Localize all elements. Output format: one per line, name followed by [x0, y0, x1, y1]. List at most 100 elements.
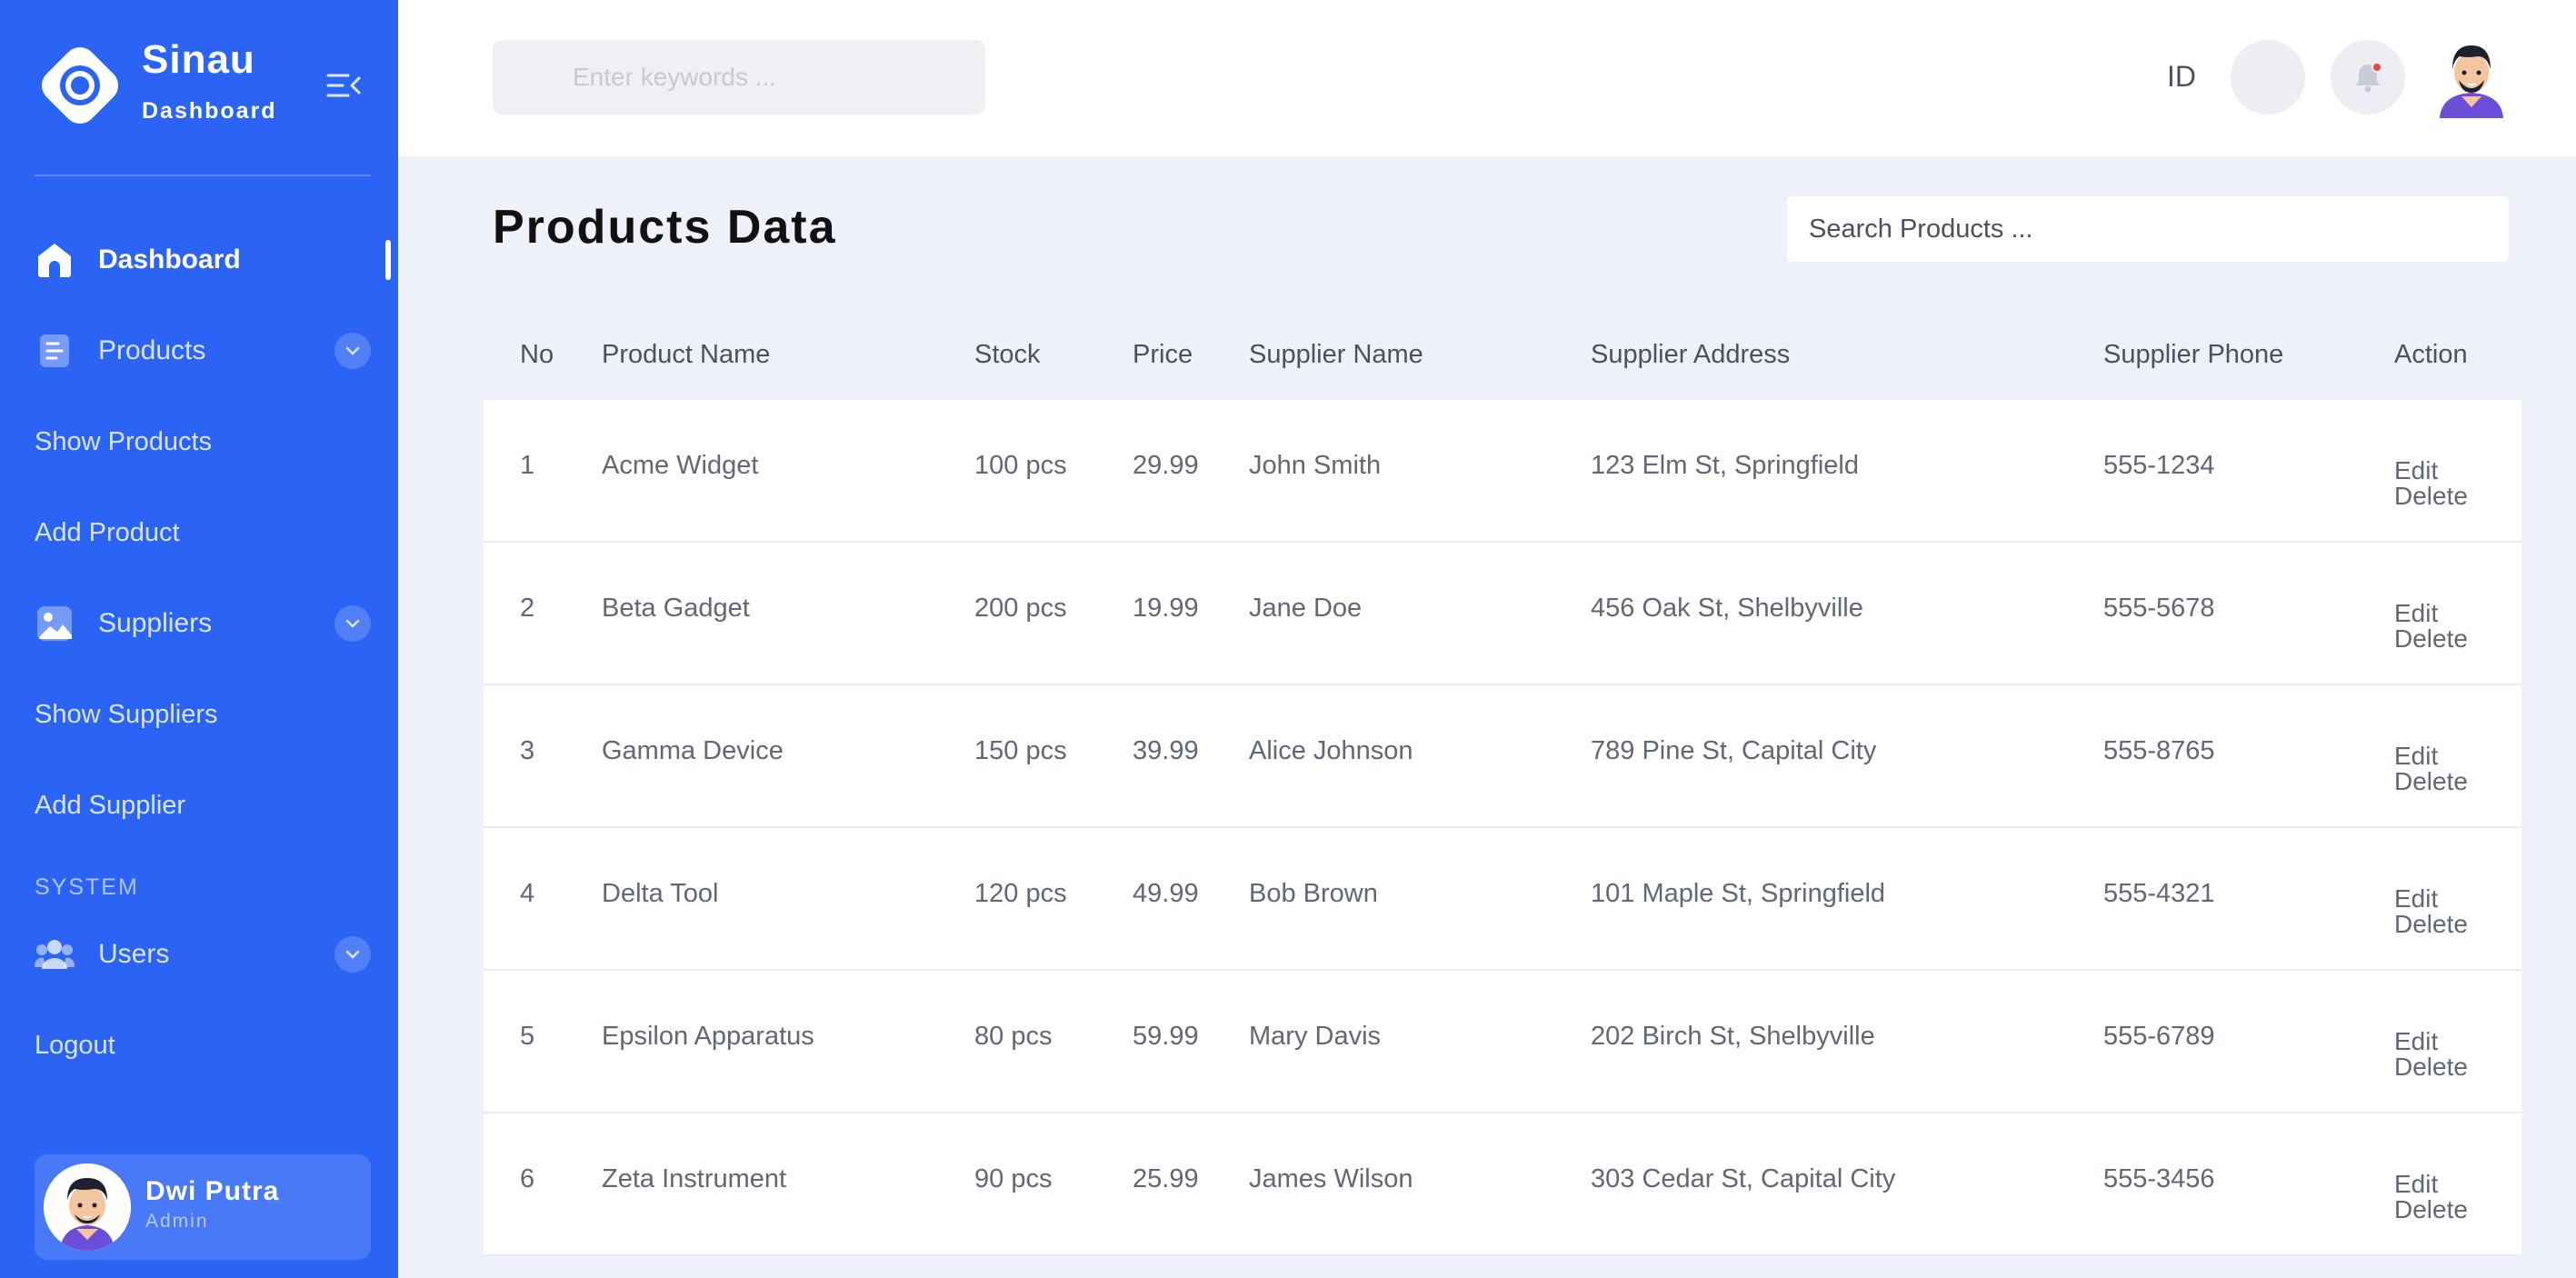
cell-supplier-name: James Wilson — [1249, 1164, 1413, 1193]
logo-icon — [41, 46, 119, 125]
section-label-system: SYSTEM — [35, 874, 139, 900]
sidebar-link-add-product[interactable]: Add Product — [35, 514, 180, 551]
row-actions: Edit Delete — [2394, 1172, 2468, 1223]
column-header-no: No — [520, 340, 554, 369]
cell-supplier-address: 101 Maple St, Springfield — [1591, 879, 1886, 908]
cell-supplier-phone: 555-8765 — [2103, 736, 2215, 765]
cell-no: 2 — [520, 594, 535, 623]
chevron-down-icon[interactable] — [334, 605, 371, 642]
notifications-button[interactable] — [2331, 40, 2405, 115]
document-icon — [35, 331, 75, 371]
table-row: 1 Acme Widget 100 pcs 29.99 John Smith 1… — [484, 400, 2521, 543]
sidebar-item-label: Users — [98, 939, 170, 969]
column-header-supplier-name: Supplier Name — [1249, 340, 1423, 369]
cell-supplier-name: Jane Doe — [1249, 594, 1363, 623]
search-input[interactable] — [493, 40, 985, 115]
sidebar: Sinau Dashboard Dashboard Products Show … — [0, 0, 398, 1278]
product-search-input[interactable] — [1787, 196, 2509, 262]
cell-stock: 100 pcs — [974, 451, 1067, 480]
user-role: Admin — [145, 1211, 209, 1232]
cell-supplier-name: Bob Brown — [1249, 879, 1378, 908]
cell-price: 39.99 — [1133, 736, 1199, 765]
brand-subtitle: Dashboard — [142, 98, 277, 124]
sidebar-link-show-suppliers[interactable]: Show Suppliers — [35, 696, 218, 733]
users-icon — [35, 934, 75, 974]
table-row: 5 Epsilon Apparatus 80 pcs 59.99 Mary Da… — [484, 971, 2521, 1113]
cell-supplier-address: 202 Birch St, Shelbyville — [1591, 1022, 1875, 1051]
sidebar-link-logout[interactable]: Logout — [35, 1027, 115, 1063]
avatar[interactable] — [2434, 36, 2509, 118]
cell-no: 6 — [520, 1164, 535, 1193]
sidebar-item-suppliers[interactable]: Suppliers — [35, 594, 371, 653]
sidebar-item-dashboard[interactable]: Dashboard — [35, 231, 371, 289]
home-icon — [35, 240, 75, 280]
delete-button[interactable]: Delete — [2394, 1197, 2468, 1223]
edit-button[interactable]: Edit — [2394, 1029, 2468, 1054]
delete-button[interactable]: Delete — [2394, 484, 2468, 509]
cell-supplier-address: 789 Pine St, Capital City — [1591, 736, 1877, 765]
delete-button[interactable]: Delete — [2394, 912, 2468, 937]
cell-supplier-phone: 555-3456 — [2103, 1164, 2215, 1193]
row-actions: Edit Delete — [2394, 601, 2468, 652]
edit-button[interactable]: Edit — [2394, 1172, 2468, 1197]
cell-supplier-name: Alice Johnson — [1249, 736, 1413, 765]
edit-button[interactable]: Edit — [2394, 458, 2468, 484]
delete-button[interactable]: Delete — [2394, 769, 2468, 794]
row-actions: Edit Delete — [2394, 1029, 2468, 1080]
delete-button[interactable]: Delete — [2394, 1054, 2468, 1080]
column-header-product-name: Product Name — [602, 340, 771, 369]
cell-supplier-phone: 555-1234 — [2103, 451, 2215, 480]
edit-button[interactable]: Edit — [2394, 744, 2468, 769]
cell-no: 4 — [520, 879, 535, 908]
sidebar-item-users[interactable]: Users — [35, 925, 371, 983]
cell-no: 5 — [520, 1022, 535, 1051]
avatar — [44, 1163, 131, 1251]
theme-toggle-button[interactable] — [2231, 40, 2305, 115]
image-icon — [35, 604, 75, 644]
column-header-action: Action — [2394, 340, 2468, 369]
cell-supplier-phone: 555-6789 — [2103, 1022, 2215, 1051]
brand-title: Sinau — [142, 37, 255, 82]
sidebar-link-add-supplier[interactable]: Add Supplier — [35, 787, 185, 824]
cell-stock: 150 pcs — [974, 736, 1067, 765]
cell-product-name: Gamma Device — [602, 736, 784, 765]
column-header-supplier-phone: Supplier Phone — [2103, 340, 2284, 369]
cell-stock: 200 pcs — [974, 594, 1067, 623]
brand[interactable]: Sinau Dashboard — [35, 35, 362, 135]
cell-price: 29.99 — [1133, 451, 1199, 480]
cell-supplier-name: Mary Davis — [1249, 1022, 1382, 1051]
cell-no: 1 — [520, 451, 535, 480]
chevron-down-icon[interactable] — [334, 333, 371, 369]
cell-price: 59.99 — [1133, 1022, 1199, 1051]
cell-price: 25.99 — [1133, 1164, 1199, 1193]
sidebar-collapse-button[interactable] — [324, 67, 365, 104]
cell-price: 19.99 — [1133, 594, 1199, 623]
chevron-down-icon[interactable] — [334, 936, 371, 973]
sidebar-divider — [35, 175, 371, 176]
page-title: Products Data — [493, 201, 837, 254]
sidebar-item-label: Products — [98, 335, 206, 365]
sidebar-link-show-products[interactable]: Show Products — [35, 424, 212, 460]
cell-price: 49.99 — [1133, 879, 1199, 908]
row-actions: Edit Delete — [2394, 458, 2468, 509]
table-row: 3 Gamma Device 150 pcs 39.99 Alice Johns… — [484, 685, 2521, 828]
bell-icon — [2356, 62, 2382, 93]
cell-product-name: Acme Widget — [602, 451, 759, 480]
cell-stock: 90 pcs — [974, 1164, 1053, 1193]
cell-supplier-address: 303 Cedar St, Capital City — [1591, 1164, 1896, 1193]
cell-stock: 120 pcs — [974, 879, 1067, 908]
cell-supplier-address: 456 Oak St, Shelbyville — [1591, 594, 1863, 623]
edit-button[interactable]: Edit — [2394, 601, 2468, 626]
user-name: Dwi Putra — [145, 1176, 280, 1206]
cell-no: 3 — [520, 736, 535, 765]
delete-button[interactable]: Delete — [2394, 626, 2468, 652]
cell-product-name: Beta Gadget — [602, 594, 750, 623]
edit-button[interactable]: Edit — [2394, 886, 2468, 912]
sidebar-item-products[interactable]: Products — [35, 322, 371, 380]
user-card[interactable]: Dwi Putra Admin — [35, 1154, 371, 1260]
sidebar-item-label: Suppliers — [98, 608, 213, 638]
table-row: 6 Zeta Instrument 90 pcs 25.99 James Wil… — [484, 1113, 2521, 1256]
language-switcher[interactable]: ID — [2167, 60, 2196, 94]
menu-collapse-icon — [326, 74, 361, 97]
topbar: ID — [398, 0, 2576, 156]
